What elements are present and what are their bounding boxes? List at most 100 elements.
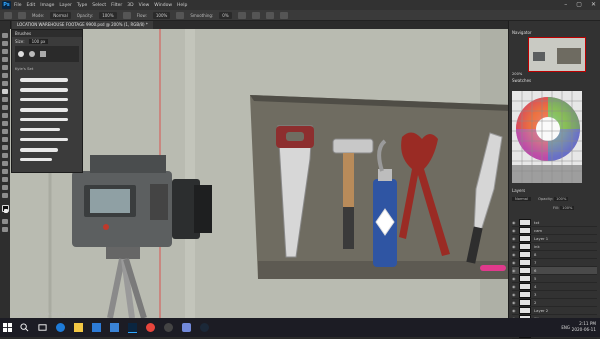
brush-preset[interactable] [20, 158, 52, 161]
path-select-tool-icon[interactable] [2, 161, 8, 166]
layer-fill-field[interactable]: 100% [560, 206, 575, 210]
obs-icon[interactable] [164, 323, 173, 332]
layer-row[interactable]: ◉ 4 [512, 283, 597, 291]
layer-row[interactable]: ◉ 8 [512, 251, 597, 259]
menu-3d[interactable]: 3D [127, 3, 133, 8]
layer-visibility-eye-icon[interactable]: ◉ [512, 269, 516, 273]
layer-row[interactable]: ◉ 3 [512, 291, 597, 299]
mail-icon[interactable] [110, 323, 119, 332]
swatches-panel-title[interactable]: Swatches [512, 78, 531, 83]
photoshop-icon[interactable] [128, 323, 137, 333]
dodge-tool-icon[interactable] [2, 137, 8, 142]
layer-visibility-eye-icon[interactable]: ◉ [512, 285, 516, 289]
task-view-icon[interactable] [38, 323, 47, 332]
document-tab[interactable]: LOCATION WAREHOUSE FOOTAGE 9900.psd @ 20… [12, 21, 153, 29]
airbrush-icon[interactable] [176, 11, 185, 19]
navigator-zoom[interactable]: 200% [512, 72, 522, 76]
brush-settings-icon[interactable] [18, 11, 26, 19]
layer-visibility-eye-icon[interactable]: ◉ [512, 293, 516, 297]
eraser-tool-icon[interactable] [2, 113, 8, 118]
brushes-panel-title[interactable]: Brushes [12, 30, 82, 37]
chrome-icon[interactable] [146, 323, 155, 332]
menu-view[interactable]: View [139, 3, 150, 8]
tray-language[interactable]: ENG [561, 325, 570, 331]
tray-date[interactable]: 2020-06-11 [572, 327, 596, 333]
layer-row[interactable]: ◉ ink [512, 243, 597, 251]
document-canvas[interactable] [10, 29, 508, 318]
move-tool-icon[interactable] [2, 33, 8, 38]
zoom-tool-icon[interactable] [2, 185, 8, 190]
layer-row[interactable]: ◉ txt [512, 219, 597, 227]
search-icon[interactable] [20, 323, 29, 332]
pressure-opacity-icon[interactable] [122, 11, 131, 19]
windows-start-icon[interactable] [3, 323, 12, 332]
healing-tool-icon[interactable] [2, 81, 8, 86]
symmetry-icon[interactable] [279, 11, 288, 19]
hand-tool-icon[interactable] [2, 177, 8, 182]
angle-icon[interactable] [251, 11, 260, 19]
layer-visibility-eye-icon[interactable]: ◉ [512, 229, 516, 233]
brush-tip-preview[interactable] [40, 51, 46, 57]
pen-tool-icon[interactable] [2, 145, 8, 150]
layer-visibility-eye-icon[interactable]: ◉ [512, 245, 516, 249]
brush-preset[interactable] [20, 98, 68, 101]
flow-field[interactable]: 100% [152, 11, 171, 19]
brush-preset[interactable] [20, 118, 68, 121]
maximize-icon[interactable]: ▢ [576, 1, 582, 8]
background-color-swatch[interactable] [4, 209, 8, 213]
menu-filter[interactable]: Filter [111, 3, 122, 8]
brush-tip-preview[interactable] [18, 51, 24, 57]
opacity-field[interactable]: 100% [99, 11, 117, 19]
brush-preset[interactable] [20, 128, 60, 131]
crop-tool-icon[interactable] [2, 65, 8, 70]
more-tools-icon[interactable] [2, 193, 8, 198]
menu-type[interactable]: Type [77, 3, 87, 8]
menu-window[interactable]: Window [154, 3, 172, 8]
mode-select[interactable]: Normal [50, 11, 71, 19]
layer-visibility-eye-icon[interactable]: ◉ [512, 277, 516, 281]
screen-mode-icon[interactable] [2, 227, 8, 232]
quick-select-tool-icon[interactable] [2, 57, 8, 62]
layer-row[interactable]: ◉ Layer 2 [512, 307, 597, 315]
status-doc-info[interactable]: Doc: 20.3M/1.98.1M [35, 312, 71, 316]
pressure-size-icon[interactable] [265, 11, 274, 19]
brush-preset-icon[interactable] [4, 11, 12, 19]
shape-tool-icon[interactable] [2, 169, 8, 174]
photoshop-logo-icon[interactable]: Ps [2, 1, 11, 9]
navigator-panel-title[interactable]: Navigator [512, 30, 532, 35]
history-brush-tool-icon[interactable] [2, 105, 8, 110]
layer-blend-mode-select[interactable]: Normal [512, 197, 532, 201]
layer-row[interactable]: ◉ cam [512, 227, 597, 235]
menu-layer[interactable]: Layer [59, 3, 72, 8]
discord-icon[interactable] [182, 323, 191, 332]
layer-row[interactable]: ◉ 5 [512, 275, 597, 283]
menu-help[interactable]: Help [177, 3, 187, 8]
brush-preset[interactable] [20, 78, 68, 82]
lasso-tool-icon[interactable] [2, 49, 8, 54]
color-swatch-grid[interactable] [512, 91, 582, 183]
brush-preset[interactable] [20, 148, 58, 152]
layer-row[interactable]: ◉ 2 [512, 299, 597, 307]
stamp-tool-icon[interactable] [2, 97, 8, 102]
menu-image[interactable]: Image [40, 3, 54, 8]
brush-tool-icon[interactable] [2, 89, 8, 94]
brush-tip-preview[interactable] [29, 51, 35, 57]
layer-visibility-eye-icon[interactable]: ◉ [512, 221, 516, 225]
layer-visibility-eye-icon[interactable]: ◉ [512, 253, 516, 257]
folder-icon[interactable] [74, 323, 83, 332]
store-icon[interactable] [92, 323, 101, 332]
marquee-tool-icon[interactable] [2, 41, 8, 46]
gradient-tool-icon[interactable] [2, 121, 8, 126]
layer-visibility-eye-icon[interactable]: ◉ [512, 261, 516, 265]
navigator-thumbnail[interactable] [528, 37, 586, 72]
brush-preset[interactable] [20, 88, 68, 92]
edge-icon[interactable] [56, 323, 65, 332]
steam-icon[interactable] [200, 323, 209, 332]
layers-panel-title[interactable]: Layers [512, 188, 525, 193]
type-tool-icon[interactable] [2, 153, 8, 158]
smoothing-options-icon[interactable] [237, 11, 246, 19]
menu-file[interactable]: File [14, 3, 22, 8]
quick-mask-icon[interactable] [2, 219, 8, 224]
brush-preset[interactable] [20, 138, 68, 141]
brush-preset[interactable] [20, 108, 68, 112]
